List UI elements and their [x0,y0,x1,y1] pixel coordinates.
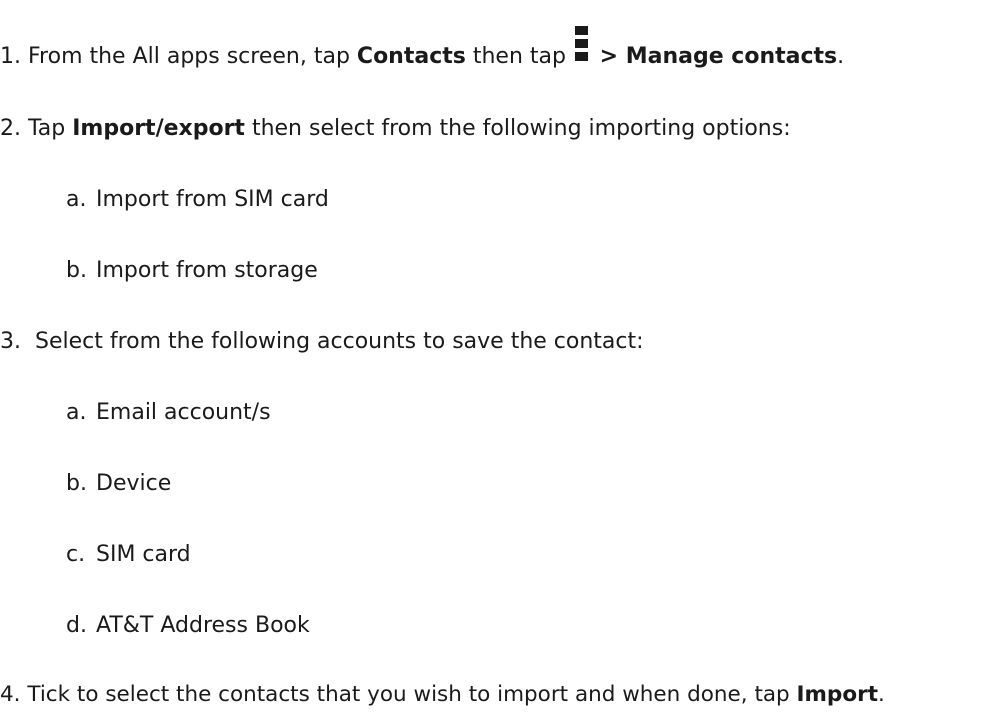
step-number: 4. [0,682,21,707]
step-text: From the All apps screen, tap [21,44,357,69]
import-export-label: Import/export [72,116,245,141]
option-letter: c. [66,542,86,567]
option-letter: b. [66,258,87,283]
option-letter: d. [66,613,87,638]
step-text: Select from the following accounts to sa… [21,329,644,354]
overflow-menu-icon [574,26,588,67]
option-item: c. SIM card [66,541,191,569]
option-letter: a. [66,187,87,212]
option-label: Import from storage [96,258,318,283]
option-item: a. Import from SIM card [66,186,329,214]
step-text: Tap [21,116,73,141]
step-text: then select from the following importing… [244,116,791,141]
step-number: 1. [0,44,21,69]
step-3: 3. Select from the following accounts to… [0,328,644,356]
step-2: 2. Tap Import/export then select from th… [0,115,791,143]
step-text: . [837,44,845,69]
option-item: a. Email account/s [66,399,271,427]
option-label: SIM card [96,542,191,567]
option-label: Import from SIM card [96,187,329,212]
option-label: Email account/s [96,400,271,425]
step-text: then tap [465,44,573,69]
option-label: Device [96,471,172,496]
option-label: AT&T Address Book [96,613,310,638]
step-4: 4. Tick to select the contacts that you … [0,681,885,709]
manage-contacts-label: > Manage contacts [591,44,838,69]
step-number: 3. [0,329,21,354]
step-text: . [877,682,885,707]
option-item: b. Device [66,470,171,498]
option-letter: a. [66,400,87,425]
step-1: 1. From the All apps screen, tap Contact… [0,26,845,71]
step-number: 2. [0,116,21,141]
option-item: b. Import from storage [66,257,318,285]
option-letter: b. [66,471,87,496]
step-text: Tick to select the contacts that you wis… [20,682,797,707]
import-label: Import [796,682,878,707]
option-item: d. AT&T Address Book [66,612,310,640]
contacts-app-label: Contacts [356,44,466,69]
